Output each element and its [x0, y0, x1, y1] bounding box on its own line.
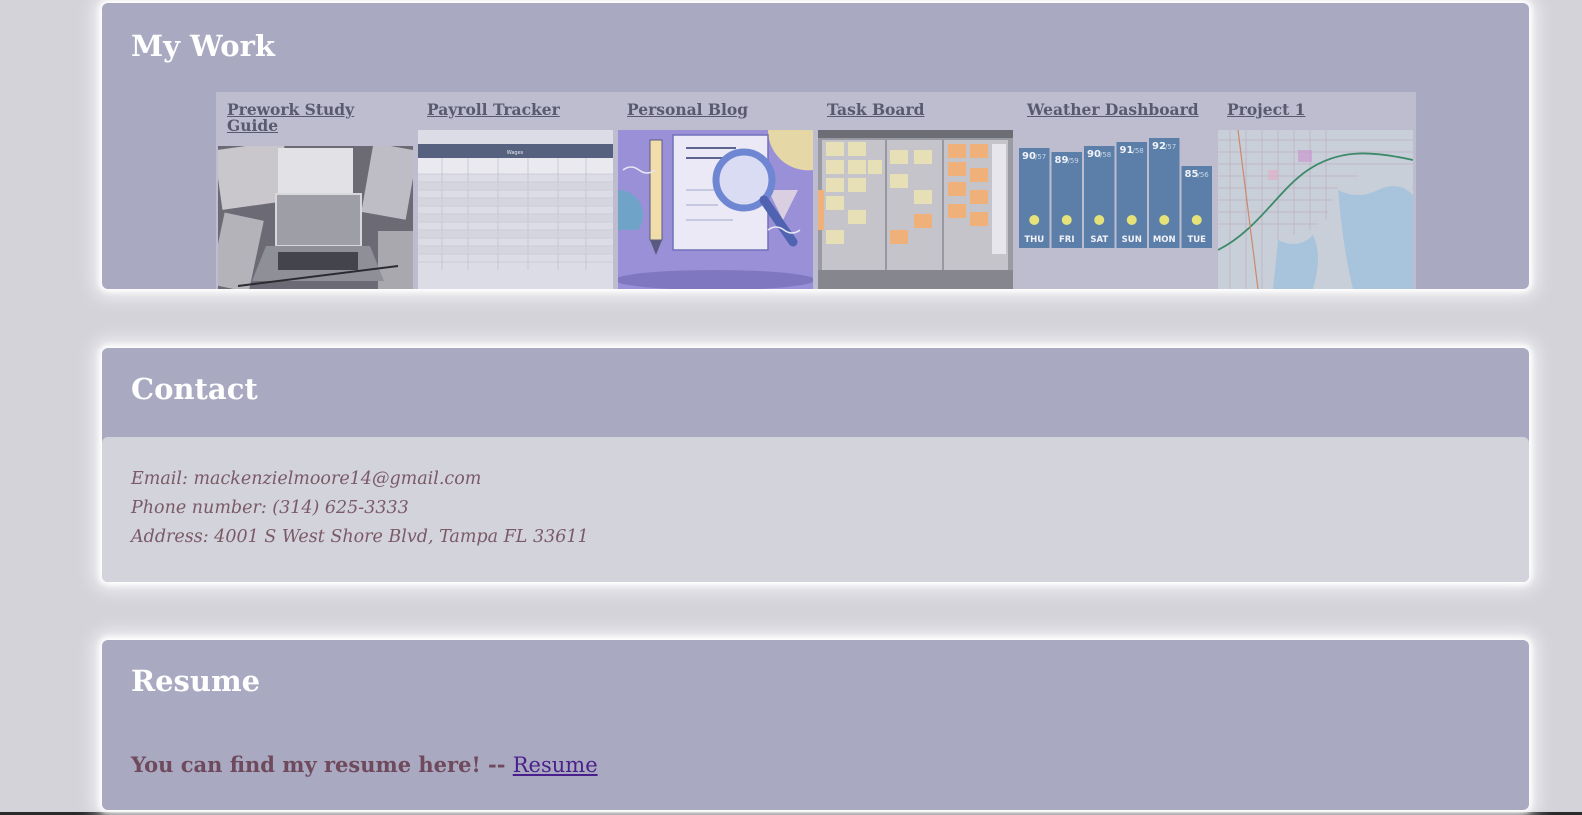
project-thumb-laptop[interactable]	[218, 146, 413, 289]
sun-icon	[1029, 215, 1040, 225]
weather-bar	[1084, 146, 1115, 248]
document-magnifier-image	[618, 130, 813, 289]
project-link-project1[interactable]: Project 1	[1227, 102, 1410, 118]
contact-phone: Phone number: (314) 625-3333	[131, 498, 409, 518]
weather-day-label: MON	[1153, 235, 1176, 245]
contact-section: Contact Email: mackenzielmoore14@gmail.c…	[102, 348, 1529, 582]
weather-day-label: TUE	[1187, 235, 1206, 245]
weather-bar	[1051, 152, 1082, 248]
weather-high: 85	[1185, 169, 1199, 180]
project-gallery: Prework Study Guide Payroll Tracker Wage…	[216, 92, 1416, 289]
project-link-payroll[interactable]: Payroll Tracker	[427, 102, 610, 118]
weather-day-fri: 89/59 FRI	[1051, 152, 1082, 248]
resume-line: You can find my resume here! -- Resume	[131, 752, 598, 777]
project-card-payroll[interactable]: Payroll Tracker Wages	[416, 92, 616, 289]
spreadsheet-image: Wages	[418, 130, 613, 289]
svg-text:Wages: Wages	[507, 150, 524, 156]
weather-bar	[1019, 148, 1050, 248]
project-card-taskboard[interactable]: Task Board	[816, 92, 1016, 289]
weather-forecast-image: 90/57 THU 89/59 FRI 90/58 SAT 91/58 SUN 92/57 MON…	[1018, 130, 1213, 289]
laptop-desk-image	[218, 146, 413, 289]
weather-high: 90	[1087, 149, 1101, 160]
weather-day-label: FRI	[1059, 235, 1075, 245]
project-thumb-spreadsheet[interactable]: Wages	[418, 130, 613, 289]
resume-link[interactable]: Resume	[513, 753, 598, 777]
weather-high: 91	[1120, 145, 1134, 156]
weather-day-mon: 92/57 MON	[1149, 138, 1180, 248]
weather-day-sun: 91/58 SUN	[1116, 142, 1147, 248]
weather-low: /59	[1068, 157, 1079, 165]
sun-icon	[1061, 215, 1072, 225]
sticky-notes-board-image	[818, 130, 1013, 289]
my-work-title: My Work	[131, 29, 275, 63]
weather-day-label: SUN	[1122, 235, 1142, 245]
project-card-prework[interactable]: Prework Study Guide	[216, 92, 416, 289]
weather-high: 90	[1022, 151, 1036, 162]
project-card-project1[interactable]: Project 1	[1216, 92, 1416, 289]
my-work-section: My Work Prework Study Guide Payroll Trac…	[102, 3, 1529, 289]
project-link-prework[interactable]: Prework Study Guide	[227, 102, 410, 134]
resume-text: You can find my resume here! --	[131, 752, 513, 777]
weather-high: 89	[1055, 155, 1069, 166]
sun-icon	[1094, 215, 1105, 225]
project-thumb-taskboard[interactable]	[818, 130, 1013, 289]
weather-day-label: THU	[1024, 235, 1044, 245]
city-map-image	[1218, 130, 1413, 289]
weather-bar	[1149, 138, 1180, 248]
sun-icon	[1159, 215, 1170, 225]
weather-low: /57	[1165, 143, 1176, 151]
contact-body: Email: mackenzielmoore14@gmail.com Phone…	[102, 437, 1529, 582]
weather-high: 92	[1152, 141, 1166, 152]
weather-day-thu: 90/57 THU	[1019, 148, 1050, 248]
project-thumb-weather[interactable]: 90/57 THU 89/59 FRI 90/58 SAT 91/58 SUN 92/57 MON…	[1018, 130, 1213, 289]
weather-low: /56	[1198, 171, 1210, 179]
project-link-weather[interactable]: Weather Dashboard	[1027, 102, 1210, 118]
weather-day-tue: 85/56 TUE	[1181, 166, 1212, 248]
weather-low: /58	[1100, 151, 1111, 159]
project-thumb-blog[interactable]	[618, 130, 813, 289]
contact-address: Address: 4001 S West Shore Blvd, Tampa F…	[131, 527, 589, 547]
weather-bar	[1116, 142, 1147, 248]
sun-icon	[1191, 215, 1202, 225]
contact-title: Contact	[131, 372, 258, 406]
resume-title: Resume	[131, 664, 261, 698]
project-thumb-map[interactable]	[1218, 130, 1413, 289]
weather-low: /58	[1133, 147, 1144, 155]
project-card-weather[interactable]: Weather Dashboard 90/57 THU 89/59 FRI 90/58 S…	[1016, 92, 1216, 289]
weather-day-label: SAT	[1090, 235, 1108, 245]
weather-low: /57	[1035, 153, 1046, 161]
project-card-blog[interactable]: Personal Blog	[616, 92, 816, 289]
project-link-taskboard[interactable]: Task Board	[827, 102, 1010, 118]
project-link-blog[interactable]: Personal Blog	[627, 102, 810, 118]
contact-email: Email: mackenzielmoore14@gmail.com	[131, 469, 482, 489]
sun-icon	[1126, 215, 1137, 225]
weather-day-sat: 90/58 SAT	[1084, 146, 1115, 248]
resume-section: Resume You can find my resume here! -- R…	[102, 640, 1529, 810]
